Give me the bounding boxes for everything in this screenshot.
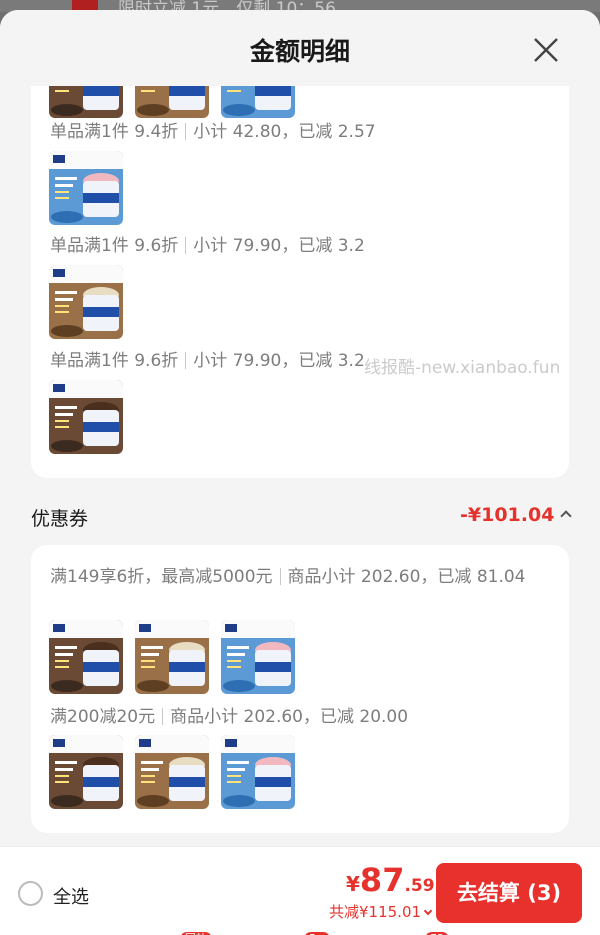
coupon-rule-1: 满149享6折，最高减5000元 商品小计 202.60，已减 81.04 xyxy=(50,567,526,587)
product-thumb-chocolate xyxy=(49,735,123,809)
checkout-button[interactable]: 去结算 (3) xyxy=(436,863,582,923)
checkout-bar: 全选 ¥87.59 共减¥115.01 去结算 (3) xyxy=(0,846,600,931)
coupon-section-toggle[interactable]: -¥101.04 xyxy=(460,504,573,526)
total-price: ¥87.59 xyxy=(346,861,435,899)
tab-bar: 国补 5+ 73 xyxy=(0,931,600,935)
close-icon xyxy=(534,38,558,62)
single-discount-rule-2: 单品满1件 9.6折 小计 79.90，已减 3.2 xyxy=(50,236,365,256)
amount-detail-sheet: 单品满1件 9.4折 小计 42.80，已减 2.57 单品满1件 9.6折 小计 … xyxy=(0,10,600,935)
sheet-scroll-area[interactable]: 单品满1件 9.4折 小计 42.80，已减 2.57 单品满1件 9.6折 小计 … xyxy=(0,10,600,845)
product-thumb-rum-raisin xyxy=(135,620,209,694)
single-discount-rule-1: 单品满1件 9.4折 小计 42.80，已减 2.57 xyxy=(50,122,376,142)
coupon-section-title: 优惠券 xyxy=(31,508,89,530)
product-thumb-chocolate xyxy=(49,620,123,694)
chevron-up-icon xyxy=(560,510,573,522)
product-thumb-rum-raisin xyxy=(135,735,209,809)
select-all-label: 全选 xyxy=(53,887,89,908)
chevron-down-icon xyxy=(423,906,433,916)
product-thumb-chocolate xyxy=(49,380,123,454)
select-all-checkbox[interactable] xyxy=(18,881,43,906)
sheet-title: 金额明细 xyxy=(249,37,350,66)
coupon-amount: -¥101.04 xyxy=(460,504,555,526)
product-thumb-strawberry xyxy=(221,735,295,809)
product-thumb-strawberry xyxy=(49,151,123,225)
coupon-rule-2: 满200减20元 商品小计 202.60，已减 20.00 xyxy=(50,707,409,727)
close-button[interactable] xyxy=(530,34,562,66)
single-discount-rule-3: 单品满1件 9.6折 小计 79.90，已减 3.2 xyxy=(50,351,365,371)
watermark: 线报酷-new.xianbao.fun xyxy=(364,358,561,378)
product-thumb-strawberry xyxy=(221,620,295,694)
total-saved-toggle[interactable]: 共减¥115.01 xyxy=(329,901,433,922)
product-thumb-rum-raisin xyxy=(49,265,123,339)
sheet-header: 金额明细 xyxy=(0,10,600,86)
